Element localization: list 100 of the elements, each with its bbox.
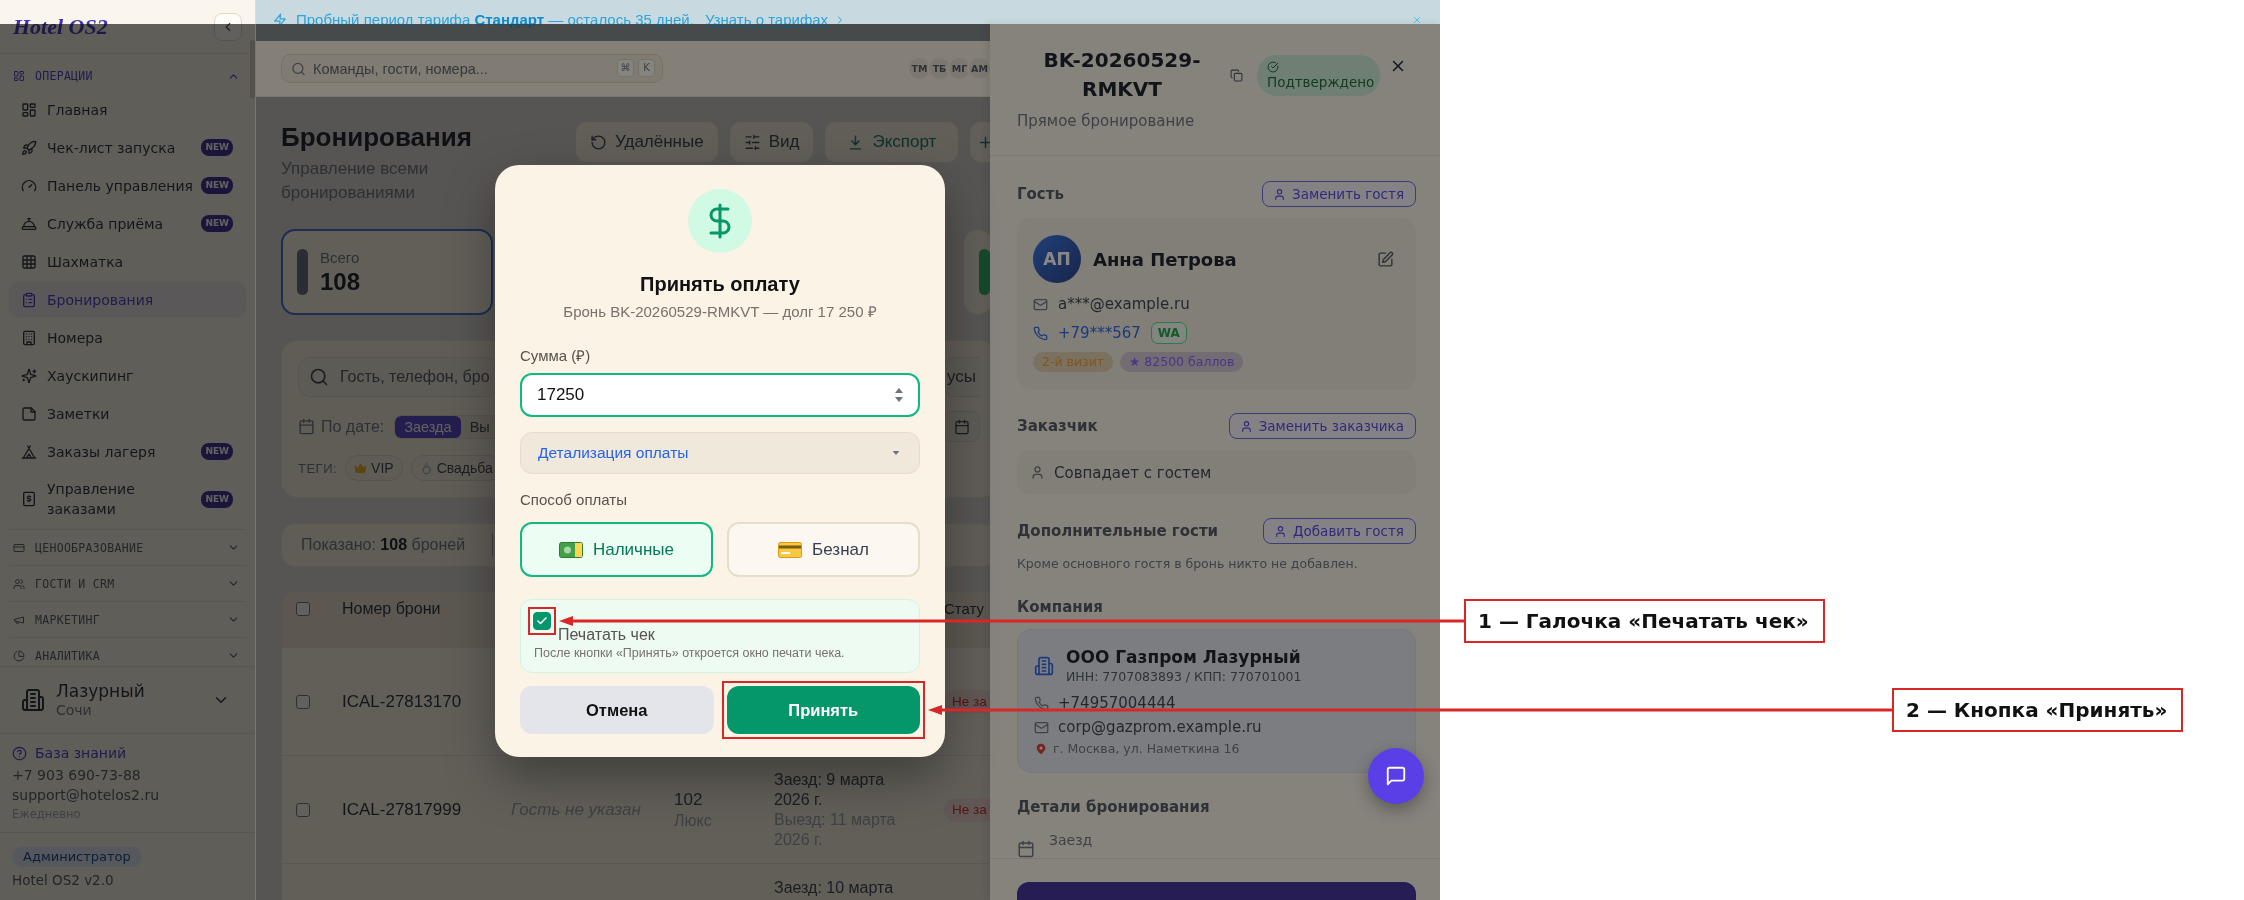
knowledge-base-link[interactable]: База знаний: [12, 743, 243, 763]
dialog-title: Принять оплату: [639, 272, 801, 297]
section-toggle[interactable]: МАРКЕТИНГ: [9, 601, 246, 637]
building-icon: [1034, 656, 1054, 676]
callout-label: 2 — Кнопка «Принять»: [1892, 688, 2184, 732]
nav-item[interactable]: Бронирования: [9, 282, 246, 317]
status-filter-dropdown[interactable]: усы: [943, 357, 980, 397]
ring-icon: [419, 461, 433, 475]
search-icon: [291, 61, 306, 76]
chat-icon: [1385, 765, 1407, 787]
company-address: г. Москва, ул. Наметкина 16: [1053, 741, 1240, 757]
company-tax-ids: ИНН: 7707083893 / КПП: 770701001: [1066, 668, 1302, 686]
accept-button[interactable]: Принять: [726, 686, 920, 734]
replace-guest-button[interactable]: Заменить гостя: [1262, 181, 1416, 207]
tag-chip[interactable]: VIP: [345, 455, 403, 481]
new-badge: NEW: [201, 215, 233, 232]
customer-value: Совпадает с гостем: [1054, 463, 1212, 482]
edit-guest-button[interactable]: [1377, 250, 1394, 268]
nav-item[interactable]: Хаускипинг: [9, 358, 246, 393]
calendar-icon: [1017, 840, 1035, 858]
scrollbar-thumb[interactable]: [250, 40, 255, 98]
sparkles-icon: [21, 367, 37, 384]
user-icon: [1274, 524, 1287, 538]
section-toggle[interactable]: ГОСТИ И CRM: [9, 565, 246, 601]
banner-message: Пробный период тарифа Стандарт — осталось 35 дней.: [296, 11, 694, 29]
nav-item[interactable]: Панель управления NEW: [9, 168, 246, 203]
check-circle-icon: [1267, 60, 1279, 73]
close-icon: [1412, 15, 1422, 25]
stat-card[interactable]: [963, 229, 993, 315]
section-heading: Детали бронирования: [1017, 797, 1210, 817]
print-receipt-checkbox[interactable]: [533, 612, 551, 630]
amount-field[interactable]: 17250: [520, 373, 920, 417]
add-guest-button[interactable]: Добавить гостя: [1263, 518, 1416, 544]
rotate-left-icon: [590, 133, 607, 151]
guest-avatar: АП: [1033, 235, 1081, 283]
shortcut-key: K: [638, 59, 655, 77]
search-icon: [309, 367, 329, 387]
collapse-sidebar-button[interactable]: [214, 12, 242, 41]
support-email: support@hotelos2.ru: [12, 786, 161, 805]
print-receipt-label: Печатать чек: [558, 626, 655, 644]
megaphone-icon: [13, 613, 25, 626]
clipboard-icon: [21, 291, 37, 308]
stat-value: 108: [320, 268, 361, 296]
select-all-checkbox[interactable]: [296, 602, 310, 616]
new-badge: NEW: [201, 443, 233, 460]
payment-method-option[interactable]: Безнал: [727, 522, 920, 577]
view-settings-button[interactable]: Вид: [728, 121, 815, 163]
close-banner-button[interactable]: [1412, 15, 1422, 25]
booking-search-field[interactable]: Гость, телефон, бро: [298, 357, 498, 397]
payment-method-option[interactable]: Наличные: [520, 522, 713, 577]
company-phone: +74957004444: [1058, 693, 1176, 713]
guest-phone-link[interactable]: +79***567: [1058, 322, 1141, 344]
phone-icon: [1033, 325, 1048, 341]
nav-item[interactable]: Управление заказами NEW: [9, 472, 246, 526]
status-label: Подтверждено: [1267, 73, 1375, 91]
service-bell-icon: [21, 215, 37, 232]
sliders-icon: [743, 133, 761, 151]
nav-item[interactable]: Главная: [9, 92, 246, 127]
payment-method-label: Способ оплаты: [520, 490, 628, 510]
replace-customer-button[interactable]: Заменить заказчика: [1228, 413, 1416, 439]
section-toggle[interactable]: ЦЕНООБРАЗОВАНИЕ: [9, 529, 246, 565]
nav-item[interactable]: Шахматка: [9, 244, 246, 279]
row-checkbox[interactable]: [296, 802, 310, 817]
export-button[interactable]: Экспорт: [824, 121, 960, 163]
guest-tag: 2-й визит: [1033, 352, 1114, 372]
section-heading: Заказчик: [1017, 416, 1098, 436]
date-picker-button[interactable]: [943, 411, 980, 442]
date-mode-tab[interactable]: Заезда: [395, 415, 461, 438]
section-toggle[interactable]: АНАЛИТИКА: [9, 637, 246, 666]
new-badge: NEW: [201, 177, 233, 194]
pie-chart-icon: [13, 649, 25, 662]
date-mode-tab[interactable]: Вы: [460, 415, 499, 438]
guest-email: a***@example.ru: [1058, 294, 1190, 315]
role-badge: Администратор: [12, 847, 142, 867]
section-toggle[interactable]: ОПЕРАЦИИ: [9, 62, 246, 90]
lightning-icon: [273, 13, 287, 27]
dashboard-icon: [21, 101, 37, 118]
edit-icon: [1377, 250, 1394, 268]
nav-item[interactable]: Номера: [9, 320, 246, 355]
stepper-icon[interactable]: [894, 386, 904, 404]
highlight-frame: [528, 607, 556, 635]
row-checkbox[interactable]: [296, 694, 310, 709]
nav-item[interactable]: Служба приёма NEW: [9, 206, 246, 241]
cancel-button[interactable]: Отмена: [520, 686, 714, 734]
user-avatar[interactable]: АМ: [967, 56, 992, 81]
section-heading: Дополнительные гости: [1017, 521, 1219, 541]
booking-source: Прямое бронирование: [1017, 111, 1196, 131]
copy-button[interactable]: [1230, 68, 1243, 82]
payment-details-toggle[interactable]: Детализация оплаты: [520, 432, 920, 474]
pricing-link[interactable]: Узнать о тарифах: [704, 11, 847, 29]
mail-icon: [1033, 296, 1048, 312]
check-icon: [536, 615, 548, 627]
deleted-bookings-button[interactable]: Удалённые: [575, 121, 719, 163]
bank-card-icon: [778, 541, 803, 558]
nav-item[interactable]: Чек-лист запуска NEW: [9, 130, 246, 165]
nav-item[interactable]: Заметки: [9, 396, 246, 431]
user-icon: [1273, 187, 1287, 201]
nav-item[interactable]: Заказы лагеря NEW: [9, 434, 246, 469]
tent-icon: [21, 443, 37, 460]
column-header: Номер брони: [342, 600, 441, 617]
